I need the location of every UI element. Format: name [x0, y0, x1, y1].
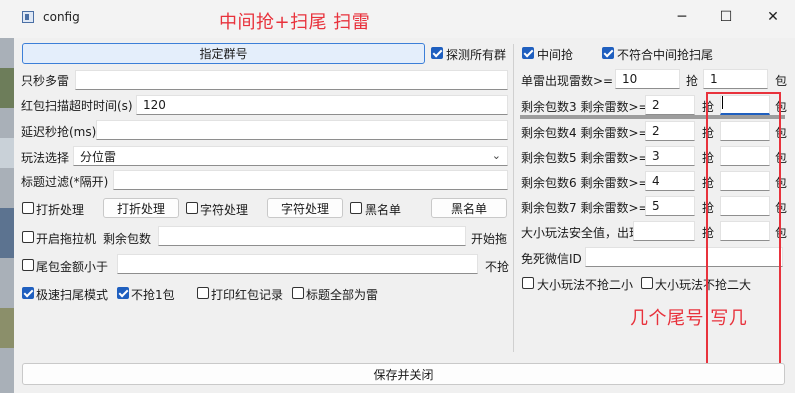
rule-row-label: 大小玩法安全值，出现	[521, 226, 642, 240]
size-no-two-small-label: 大小玩法不抢二小	[537, 278, 634, 292]
annotation-highlight-box	[706, 92, 781, 373]
blacklist-button[interactable]: 黑名单	[431, 198, 507, 218]
close-icon[interactable]: ✕	[751, 0, 795, 34]
tail-amount-label: 尾包金额小于	[36, 260, 109, 274]
rule-row-grab-label: 抢	[686, 74, 699, 88]
title-filter-input[interactable]	[113, 170, 508, 190]
rule-row-packet-input[interactable]: 1	[703, 69, 768, 89]
rule-row-label: 剩余包数7 剩余雷数>=	[521, 201, 649, 215]
chevron-down-icon: ⌄	[491, 149, 501, 162]
save-and-close-button[interactable]: 保存并关闭	[22, 363, 785, 385]
blacklist-label: 黑名单	[365, 203, 402, 217]
tractor-label: 开启拖拉机	[36, 232, 97, 246]
only-sec-mine-label: 只秒多雷	[21, 74, 70, 88]
size-no-two-small-checkbox[interactable]	[522, 277, 534, 289]
annotation-title: 中间抢+扫尾 扫雷	[219, 12, 371, 33]
discount-checkbox[interactable]	[22, 202, 34, 214]
free-wechat-label: 免死微信ID	[521, 252, 582, 266]
char-proc-button[interactable]: 字符处理	[267, 198, 343, 218]
window-title: config	[43, 10, 80, 24]
print-log-label: 打印红包记录	[211, 288, 284, 302]
char-proc-checkbox[interactable]	[186, 202, 198, 214]
tail-amount-input[interactable]	[117, 254, 478, 274]
play-mode-select[interactable]: 分位雷 ⌄	[73, 146, 508, 166]
title-all-mine-label: 标题全部为雷	[306, 288, 379, 302]
rule-row-label: 剩余包数4 剩余雷数>=	[521, 126, 649, 140]
title-filter-label: 标题过滤(*隔开)	[21, 175, 109, 189]
only-sec-mine-input[interactable]	[75, 70, 508, 90]
discount-label: 打折处理	[36, 203, 85, 217]
minimize-icon[interactable]: ─	[660, 0, 704, 34]
title-all-mine-checkbox[interactable]	[292, 287, 304, 299]
start-tractor-label: 开始拖	[471, 232, 508, 246]
fast-tail-label: 极速扫尾模式	[36, 288, 109, 302]
rule-row-suffix: 包	[775, 74, 788, 88]
char-proc-label: 字符处理	[200, 203, 249, 217]
no-grab-one-label: 不抢1包	[131, 288, 175, 302]
discount-button[interactable]: 打折处理	[103, 198, 179, 218]
tractor-checkbox[interactable]	[22, 231, 34, 243]
specify-group-button[interactable]: 指定群号	[22, 43, 425, 64]
middle-grab-checkbox[interactable]	[522, 47, 534, 59]
not-fit-middle-checkbox[interactable]	[602, 47, 614, 59]
rule-row-mine-input[interactable]: 4	[645, 171, 695, 191]
scan-timeout-input[interactable]: 120	[136, 95, 508, 115]
delay-label: 延迟秒抢(ms)	[21, 125, 97, 139]
print-log-checkbox[interactable]	[197, 287, 209, 299]
detect-all-groups-label: 探测所有群	[446, 48, 507, 62]
rule-row-mine-input[interactable]: 2	[645, 121, 695, 141]
tail-amount-checkbox[interactable]	[22, 259, 34, 271]
fast-tail-checkbox[interactable]	[22, 287, 34, 299]
config-app-icon	[22, 11, 34, 23]
no-grab-one-checkbox[interactable]	[117, 287, 129, 299]
not-fit-middle-label: 不符合中间抢扫尾	[617, 48, 714, 62]
scan-timeout-label: 红包扫描超时时间(s)	[21, 99, 133, 113]
rule-row-label: 剩余包数5 剩余雷数>=	[521, 151, 649, 165]
middle-grab-label: 中间抢	[537, 48, 574, 62]
delay-input[interactable]	[96, 120, 508, 140]
rule-row-mine-input[interactable]: 10	[615, 69, 680, 89]
detect-all-groups-checkbox[interactable]	[431, 47, 443, 59]
maximize-icon[interactable]: ☐	[704, 0, 748, 34]
tail-amount-suffix: 不抢	[485, 260, 510, 274]
rule-row-mine-input[interactable]: 2	[645, 95, 695, 115]
remain-packets-label: 剩余包数	[103, 232, 152, 246]
rule-row-label: 单雷出现雷数>=	[521, 74, 614, 88]
blacklist-checkbox[interactable]	[350, 202, 362, 214]
remain-packets-input[interactable]	[158, 226, 466, 246]
rule-row-mine-input[interactable]: 5	[645, 196, 695, 216]
rule-row-mine-input[interactable]	[633, 221, 695, 241]
panel-divider	[513, 44, 514, 352]
rule-row-label: 剩余包数3 剩余雷数>=	[521, 100, 649, 114]
rule-row-label: 剩余包数6 剩余雷数>=	[521, 176, 649, 190]
background-window-strip	[0, 38, 14, 393]
play-mode-label: 玩法选择	[21, 151, 70, 165]
rule-row-mine-input[interactable]: 3	[645, 146, 695, 166]
size-no-two-big-checkbox[interactable]	[641, 277, 653, 289]
play-mode-value: 分位雷	[80, 149, 117, 164]
